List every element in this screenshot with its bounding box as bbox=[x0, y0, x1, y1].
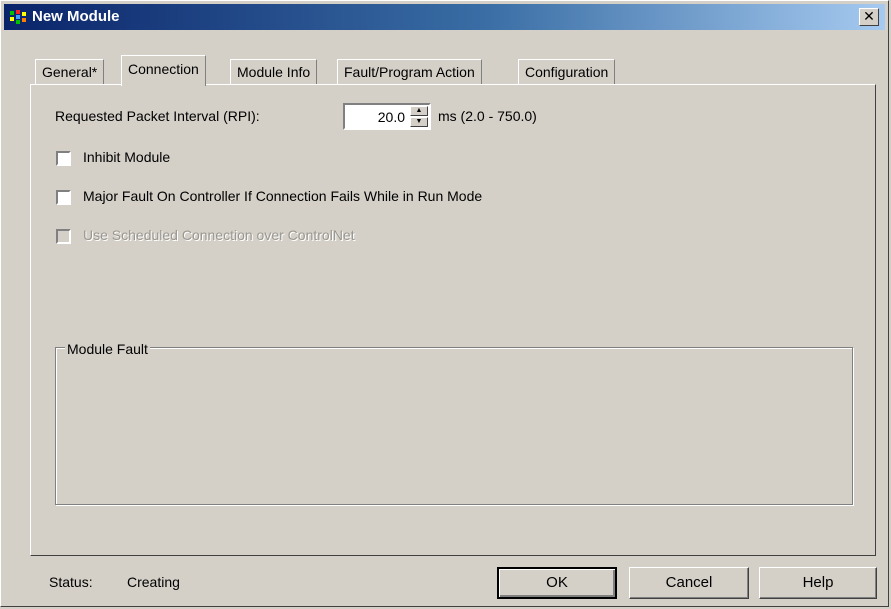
rpi-spinner: ▲ ▼ bbox=[410, 106, 428, 127]
major-fault-checkbox[interactable] bbox=[56, 190, 71, 205]
tab-module-info[interactable]: Module Info bbox=[230, 59, 318, 85]
tab-fault-program-action[interactable]: Fault/Program Action bbox=[337, 59, 482, 85]
tab-configuration-label: Configuration bbox=[525, 64, 609, 80]
ok-button[interactable]: OK bbox=[497, 567, 617, 599]
inhibit-module-checkbox[interactable] bbox=[56, 151, 71, 166]
scheduled-connection-checkbox bbox=[56, 229, 71, 244]
close-button[interactable]: ✕ bbox=[859, 8, 879, 26]
module-fault-legend: Module Fault bbox=[65, 341, 150, 357]
tab-configuration[interactable]: Configuration bbox=[518, 59, 616, 85]
rpi-input[interactable] bbox=[369, 108, 405, 126]
major-fault-label: Major Fault On Controller If Connection … bbox=[83, 188, 483, 204]
spin-down-button[interactable]: ▼ bbox=[410, 117, 428, 127]
ok-button-label: OK bbox=[546, 574, 568, 591]
arrow-down-icon: ▼ bbox=[415, 118, 423, 125]
tab-module-info-label: Module Info bbox=[237, 64, 311, 80]
rpi-spinbox: ▲ ▼ bbox=[343, 103, 431, 130]
module-tree-icon bbox=[10, 10, 26, 24]
title-bar[interactable]: New Module ✕ bbox=[4, 4, 885, 30]
help-button-label: Help bbox=[802, 574, 834, 591]
cancel-button[interactable]: Cancel bbox=[629, 567, 749, 599]
status-label: Status: bbox=[49, 574, 93, 590]
inhibit-module-label: Inhibit Module bbox=[83, 149, 171, 165]
tab-fault-program-action-label: Fault/Program Action bbox=[344, 64, 475, 80]
rpi-label: Requested Packet Interval (RPI): bbox=[55, 108, 260, 124]
module-fault-group bbox=[55, 347, 853, 505]
tab-connection-label: Connection bbox=[128, 61, 199, 77]
status-value: Creating bbox=[127, 574, 180, 590]
scheduled-connection-label: Use Scheduled Connection over ControlNet bbox=[83, 227, 355, 243]
window-title: New Module bbox=[32, 8, 120, 25]
cancel-button-label: Cancel bbox=[665, 574, 713, 591]
rpi-range-label: ms (2.0 - 750.0) bbox=[438, 108, 537, 124]
close-icon: ✕ bbox=[863, 8, 875, 24]
tab-general[interactable]: General* bbox=[35, 59, 105, 85]
arrow-up-icon: ▲ bbox=[415, 107, 423, 114]
tab-general-label: General* bbox=[42, 64, 98, 80]
help-button[interactable]: Help bbox=[759, 567, 877, 599]
new-module-dialog: New Module ✕ General* Connection Module … bbox=[0, 0, 889, 607]
spin-up-button[interactable]: ▲ bbox=[410, 106, 428, 116]
tab-connection[interactable]: Connection bbox=[121, 55, 206, 86]
